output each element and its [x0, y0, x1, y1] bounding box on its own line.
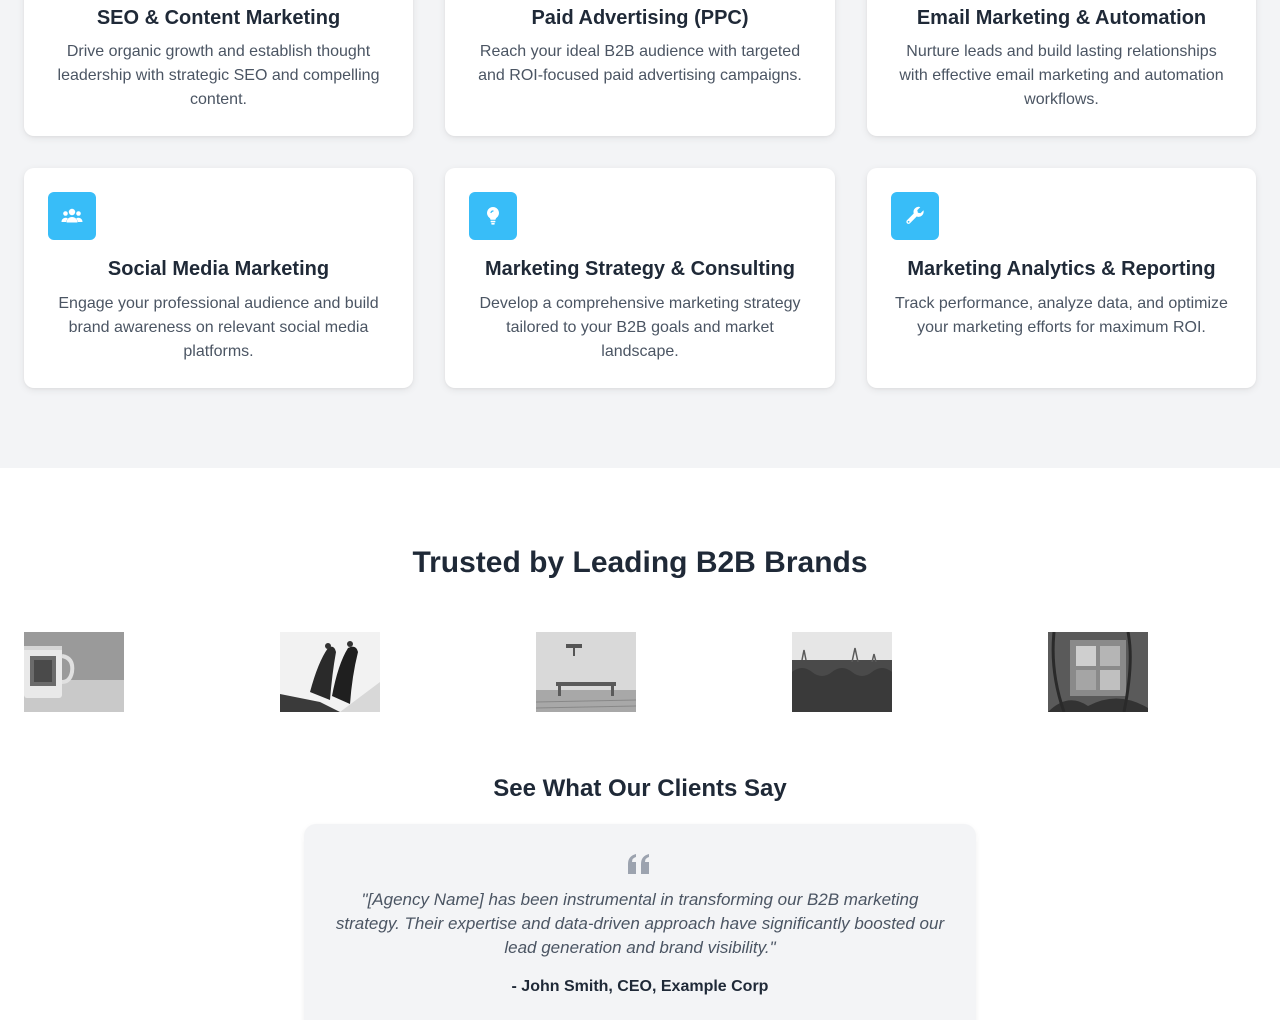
brand-logo-mug [24, 632, 124, 712]
testimonial-card: "[Agency Name] has been instrumental in … [304, 824, 976, 1020]
lightbulb-icon [469, 192, 517, 240]
service-description: Track performance, analyze data, and opt… [895, 295, 1228, 336]
service-title: Email Marketing & Automation [916, 7, 1207, 29]
testimonial-quote: "[Agency Name] has been instrumental in … [335, 890, 945, 957]
service-title: Marketing Strategy & Consulting [484, 258, 796, 280]
service-description: Develop a comprehensive marketing strate… [479, 295, 801, 360]
service-card-seo: SEO & Content Marketing Drive organic gr… [24, 0, 413, 136]
service-title: Social Media Marketing [107, 258, 330, 280]
brand-logo-window [1048, 632, 1148, 712]
service-title: SEO & Content Marketing [96, 7, 341, 29]
service-title: Marketing Analytics & Reporting [907, 258, 1216, 280]
quote-icon [628, 854, 649, 874]
users-icon [48, 192, 96, 240]
service-card-analytics: Marketing Analytics & Reporting Track pe… [867, 168, 1256, 388]
brand-logo-bench [536, 632, 636, 712]
service-card-social: Social Media Marketing Engage your profe… [24, 168, 413, 388]
service-description: Nurture leads and build lasting relation… [899, 43, 1224, 108]
service-description: Engage your professional audience and bu… [58, 295, 379, 360]
brand-logo-field [792, 632, 892, 712]
service-card-strategy: Marketing Strategy & Consulting Develop … [445, 168, 835, 388]
trusted-brands-heading: Trusted by Leading B2B Brands [412, 546, 868, 579]
testimonial-author: - John Smith, CEO, Example Corp [511, 978, 769, 995]
services-section: SEO & Content Marketing Drive organic gr… [0, 0, 1280, 468]
service-title: Paid Advertising (PPC) [531, 7, 749, 29]
wrench-icon [891, 192, 939, 240]
service-card-ppc: Paid Advertising (PPC) Reach your ideal … [445, 0, 835, 136]
brand-logo-feet [280, 632, 380, 712]
service-description: Drive organic growth and establish thoug… [57, 43, 380, 108]
service-description: Reach your ideal B2B audience with targe… [478, 43, 802, 84]
testimonials-heading: See What Our Clients Say [493, 775, 787, 802]
service-card-email: Email Marketing & Automation Nurture lea… [867, 0, 1256, 136]
